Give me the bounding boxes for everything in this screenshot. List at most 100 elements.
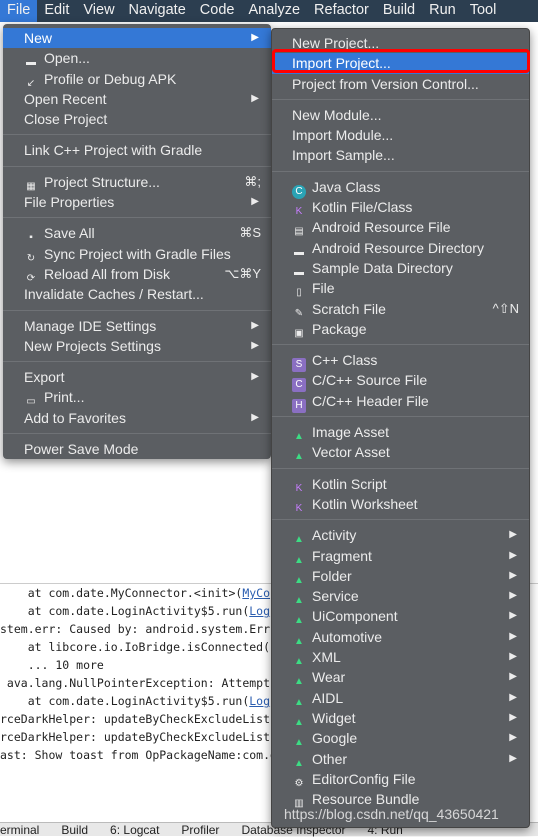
- menu-item-service[interactable]: ▲ Service ▶: [272, 586, 529, 606]
- menu-item-export[interactable]: Export ▶: [3, 367, 271, 387]
- menu-item-new-project[interactable]: New Project...: [272, 33, 529, 53]
- tool-tab-profiler[interactable]: Profiler: [181, 823, 219, 837]
- source-link[interactable]: Log: [249, 604, 270, 618]
- menu-run[interactable]: Run: [422, 0, 463, 22]
- source-link[interactable]: Log: [249, 694, 270, 708]
- menu-item-label: Import Sample...: [292, 147, 395, 164]
- menu-item-add-to-favorites[interactable]: Add to Favorites ▶: [3, 408, 271, 428]
- menu-item-kotlin-script[interactable]: K Kotlin Script: [272, 474, 529, 494]
- source-link[interactable]: MyCo: [242, 586, 270, 600]
- menu-item-project-structure[interactable]: ▦ Project Structure... ⌘;: [3, 172, 271, 192]
- shortcut: ⌘S: [239, 225, 261, 241]
- menu-item-close-project[interactable]: Close Project: [3, 109, 271, 129]
- menu-refactor[interactable]: Refactor: [307, 0, 376, 22]
- menu-item-save-all[interactable]: ▪ Save All ⌘S: [3, 223, 271, 243]
- tool-tab-build[interactable]: Build: [61, 823, 88, 837]
- menu-item-wear[interactable]: ▲ Wear ▶: [272, 667, 529, 687]
- submenu-arrow-icon: ▶: [509, 732, 517, 744]
- menu-item-label: Image Asset: [312, 424, 390, 441]
- menu-item-new[interactable]: New ▶: [3, 28, 271, 49]
- submenu-arrow-icon: ▶: [509, 610, 517, 622]
- menu-item-label: XML: [312, 649, 341, 666]
- menu-item-label: Import Module...: [292, 127, 394, 144]
- menu-item-invalidate-caches-restart[interactable]: Invalidate Caches / Restart...: [3, 284, 271, 304]
- menu-item-open-recent[interactable]: Open Recent ▶: [3, 89, 271, 109]
- menu-item-label: AIDL: [312, 689, 344, 706]
- submenu-arrow-icon: ▶: [509, 569, 517, 581]
- submenu-arrow-icon: ▶: [251, 32, 259, 43]
- tool-tab-erminal[interactable]: erminal: [0, 823, 39, 837]
- menu-item-label: Project from Version Control...: [292, 75, 479, 92]
- menu-build[interactable]: Build: [376, 0, 422, 22]
- menu-item-uicomponent[interactable]: ▲ UiComponent ▶: [272, 606, 529, 626]
- tool-tab-6-logcat[interactable]: 6: Logcat: [110, 823, 159, 837]
- menu-item-editorconfig-file[interactable]: ⚙ EditorConfig File: [272, 769, 529, 789]
- menu-item-c-c-header-file[interactable]: H C/C++ Header File: [272, 391, 529, 413]
- menu-item-aidl[interactable]: ▲ AIDL ▶: [272, 688, 529, 708]
- menu-item-sync-project-with-gradle-files[interactable]: ↻ Sync Project with Gradle Files: [3, 244, 271, 264]
- menu-item-label: Automotive: [312, 628, 383, 645]
- menu-item-other[interactable]: ▲ Other ▶: [272, 749, 529, 769]
- menu-item-label: Manage IDE Settings: [24, 317, 157, 334]
- menu-item-import-sample[interactable]: Import Sample...: [272, 145, 529, 165]
- menu-item-image-asset[interactable]: ▲ Image Asset: [272, 422, 529, 442]
- menu-item-import-project[interactable]: Import Project...: [272, 53, 529, 74]
- submenu-arrow-icon: ▶: [251, 319, 259, 331]
- menu-item-package[interactable]: ▣ Package: [272, 319, 529, 339]
- menu-item-c-c-source-file[interactable]: C C/C++ Source File: [272, 370, 529, 393]
- menu-code[interactable]: Code: [193, 0, 242, 22]
- menu-item-open[interactable]: ▬ Open...: [3, 48, 271, 68]
- menu-item-power-save-mode[interactable]: Power Save Mode: [3, 439, 271, 459]
- submenu-arrow-icon: ▶: [509, 630, 517, 642]
- menu-item-sample-data-directory[interactable]: ▬ Sample Data Directory: [272, 258, 529, 278]
- menu-item-project-from-version-control[interactable]: Project from Version Control...: [272, 74, 529, 94]
- menu-item-android-resource-file[interactable]: ▤ Android Resource File: [272, 217, 529, 237]
- menu-view[interactable]: View: [76, 0, 121, 22]
- menu-item-new-module[interactable]: New Module...: [272, 105, 529, 125]
- menu-item-c-class[interactable]: S C++ Class: [272, 350, 529, 373]
- menu-item-label: Service: [312, 588, 359, 605]
- menu-item-kotlin-worksheet[interactable]: K Kotlin Worksheet: [272, 494, 529, 514]
- menu-item-print[interactable]: ▭ Print...: [3, 387, 271, 407]
- menu-item-widget[interactable]: ▲ Widget ▶: [272, 708, 529, 728]
- menu-item-reload-all-from-disk[interactable]: ⟳ Reload All from Disk ⌥⌘Y: [3, 264, 271, 284]
- menu-item-file[interactable]: ▯ File: [272, 278, 529, 298]
- menu-analyze[interactable]: Analyze: [241, 0, 307, 22]
- menu-item-file-properties[interactable]: File Properties ▶: [3, 192, 271, 212]
- menu-item-label: Folder: [312, 567, 352, 584]
- menu-item-label: Kotlin Script: [312, 475, 387, 492]
- menu-item-folder[interactable]: ▲ Folder ▶: [272, 566, 529, 586]
- menu-item-scratch-file[interactable]: ✎ Scratch File ^⇧N: [272, 299, 529, 319]
- submenu-arrow-icon: ▶: [509, 711, 517, 723]
- menu-item-manage-ide-settings[interactable]: Manage IDE Settings ▶: [3, 316, 271, 336]
- menu-item-google[interactable]: ▲ Google ▶: [272, 728, 529, 748]
- menu-navigate[interactable]: Navigate: [122, 0, 193, 22]
- menu-item-kotlin-file-class[interactable]: K Kotlin File/Class: [272, 197, 529, 217]
- submenu-arrow-icon: ▶: [509, 529, 517, 541]
- menu-item-link-c-project-with-gradle[interactable]: Link C++ Project with Gradle: [3, 140, 271, 160]
- menu-item-xml[interactable]: ▲ XML ▶: [272, 647, 529, 667]
- console-text: at com.date.LoginActivity$5.run(: [0, 604, 250, 618]
- menu-item-vector-asset[interactable]: ▲ Vector Asset: [272, 442, 529, 462]
- submenu-arrow-icon: ▶: [251, 371, 259, 383]
- menu-item-new-projects-settings[interactable]: New Projects Settings ▶: [3, 336, 271, 356]
- menu-item-activity[interactable]: ▲ Activity ▶: [272, 525, 529, 545]
- menu-item-java-class[interactable]: C Java Class: [272, 177, 529, 199]
- menu-item-profile-or-debug-apk[interactable]: ↙ Profile or Debug APK: [3, 69, 271, 89]
- menu-item-import-module[interactable]: Import Module...: [272, 125, 529, 145]
- console-text: at com.date.LoginActivity$5.run(: [0, 694, 250, 708]
- menu-separator: [272, 467, 529, 469]
- menu-tool[interactable]: Tool: [463, 0, 504, 22]
- menu-item-label: Kotlin File/Class: [312, 199, 413, 216]
- android-icon: ▲: [294, 451, 304, 463]
- menu-item-android-resource-directory[interactable]: ▬ Android Resource Directory: [272, 238, 529, 258]
- menu-file[interactable]: File: [0, 0, 38, 22]
- menu-item-automotive[interactable]: ▲ Automotive ▶: [272, 627, 529, 647]
- menu-item-label: File: [312, 280, 335, 297]
- menu-item-fragment[interactable]: ▲ Fragment ▶: [272, 546, 529, 566]
- menu-item-label: New Module...: [292, 106, 382, 123]
- console-text: at libcore.io.IoBridge.isConnected(I: [0, 640, 277, 654]
- menu-bar: File Edit View Navigate Code Analyze Refactor B…: [0, 0, 538, 22]
- menu-item-label: Activity: [312, 527, 357, 544]
- menu-edit[interactable]: Edit: [37, 0, 76, 22]
